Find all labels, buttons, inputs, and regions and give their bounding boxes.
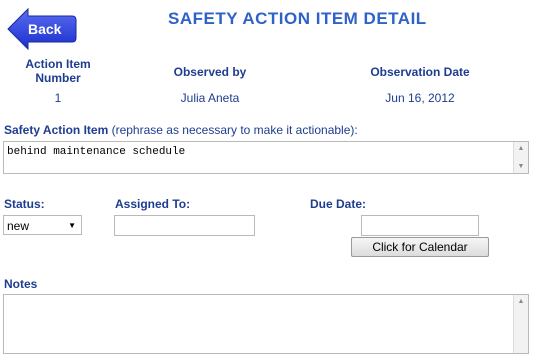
action-item-number-value: 1 (54, 91, 62, 105)
back-button[interactable]: Back (6, 6, 78, 52)
status-select[interactable]: new ▼ (3, 215, 82, 235)
status-select-value: new (7, 219, 30, 233)
observed-by-header: Observed by (173, 65, 247, 79)
safety-action-item-hint: (rephrase as necessary to make it action… (111, 123, 358, 137)
calendar-button[interactable]: Click for Calendar (351, 237, 489, 257)
safety-action-item-title: Safety Action Item (4, 123, 109, 137)
observed-by-value: Julia Aneta (180, 91, 240, 105)
header-line2: Number (35, 71, 81, 85)
safety-action-item-textarea[interactable]: behind maintenance schedule ▲ ▼ (3, 141, 529, 174)
action-item-number-header: Action Item Number (14, 57, 102, 85)
observation-date-header: Observation Date (370, 65, 470, 79)
due-date-label: Due Date: (310, 197, 367, 211)
observation-date-value: Jun 16, 2012 (385, 91, 455, 105)
textarea-scrollbar[interactable]: ▲ ▼ (513, 142, 528, 173)
scroll-up-icon[interactable]: ▲ (514, 145, 528, 152)
notes-label: Notes (4, 277, 38, 291)
scroll-up-icon[interactable]: ▲ (514, 298, 528, 305)
safety-action-item-label: Safety Action Item (rephrase as necessar… (4, 123, 358, 137)
safety-action-item-text: behind maintenance schedule (7, 146, 186, 158)
page-title: SAFETY ACTION ITEM DETAIL (168, 9, 427, 28)
notes-textarea[interactable]: ▲ (3, 294, 529, 354)
assigned-to-label: Assigned To: (115, 197, 191, 211)
due-date-input[interactable] (361, 215, 479, 236)
back-button-label: Back (28, 21, 62, 37)
assigned-to-input[interactable] (114, 215, 255, 236)
status-label: Status: (4, 197, 45, 211)
notes-scrollbar[interactable]: ▲ (513, 295, 528, 353)
scroll-down-icon[interactable]: ▼ (514, 163, 528, 170)
dropdown-arrow-icon[interactable]: ▼ (68, 221, 76, 230)
header-line1: Action Item (25, 57, 91, 71)
